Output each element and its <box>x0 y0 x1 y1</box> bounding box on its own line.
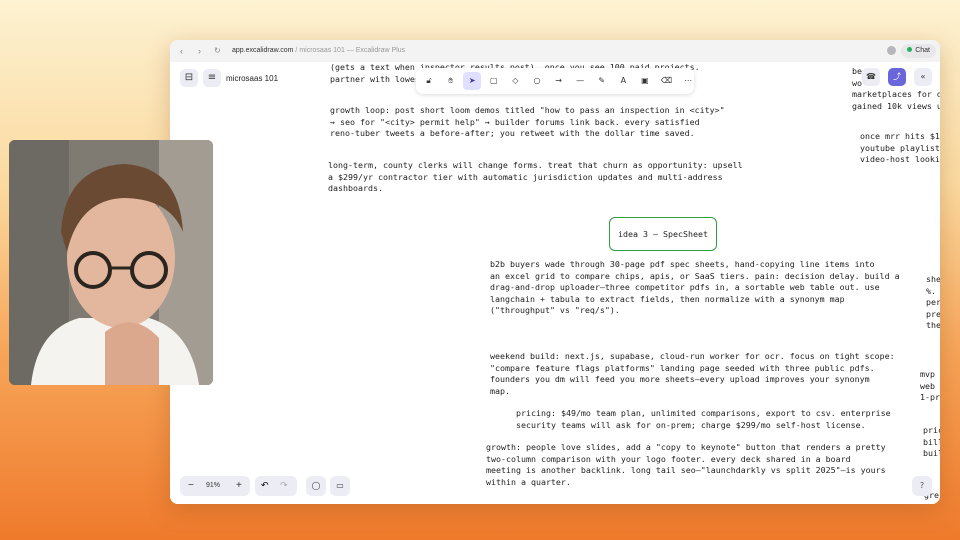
address-bar[interactable]: app.excalidraw.com / microsaas 101 — Exc… <box>232 46 405 56</box>
phone-icon: ☎ <box>866 72 876 81</box>
zoom-in-button[interactable]: + <box>236 476 242 496</box>
redo-button[interactable]: ↷ <box>280 476 288 496</box>
chat-button[interactable]: Chat <box>901 44 936 58</box>
idea3-title-box[interactable]: idea 3 — SpecSheet <box>609 217 717 251</box>
back-icon[interactable]: ‹ <box>180 45 183 57</box>
note-right-col-a[interactable]: she %. per pre the <box>926 274 940 332</box>
note-weekend-build[interactable]: weekend build: next.js, supabase, cloud-… <box>490 351 895 397</box>
reload-icon[interactable]: ↻ <box>214 45 221 57</box>
note-pricing[interactable]: pricing: $49/mo team plan, unlimited com… <box>516 408 891 431</box>
diamond-icon[interactable]: ◇ <box>506 72 524 90</box>
ellipse-icon[interactable]: ○ <box>528 72 546 90</box>
lock-icon[interactable]: 🔓︎ <box>420 72 438 90</box>
share-icon: ⤴ <box>893 72 901 81</box>
hand <box>105 322 159 385</box>
note-right-col-b[interactable]: mvp web 1-pre <box>920 369 940 404</box>
hand-icon[interactable]: ✋︎ <box>442 72 460 90</box>
url-domain: app.excalidraw.com <box>232 47 294 54</box>
zoom-level[interactable]: 91% <box>206 476 220 496</box>
webcam-overlay <box>9 140 213 385</box>
sidebar-toggle-icon: ⊟ <box>184 72 194 83</box>
idea3-title: idea 3 — SpecSheet <box>618 229 708 239</box>
comment-button[interactable]: ◯ <box>306 476 326 496</box>
person-video-frame <box>9 140 213 385</box>
history-controls: ↶ ↷ <box>255 476 297 496</box>
chat-icon <box>907 47 913 52</box>
presentation-icon: ▭ <box>336 481 344 490</box>
main-menu-button[interactable]: ≡ <box>203 69 221 87</box>
menu-icon: ≡ <box>207 72 217 83</box>
share-button[interactable]: ⤴ <box>888 68 906 86</box>
collapse-panel-button[interactable]: « <box>914 68 932 86</box>
line-icon[interactable]: — <box>571 72 589 90</box>
selection-icon[interactable]: ➤ <box>463 72 482 90</box>
extension-icon[interactable] <box>887 46 896 55</box>
browser-window: ‹ › ↻ app.excalidraw.com / microsaas 101… <box>170 40 940 504</box>
zoom-out-button[interactable]: − <box>188 476 194 496</box>
chevron-left-icon: « <box>920 72 926 81</box>
help-icon: ? <box>919 481 925 490</box>
rectangle-icon[interactable]: ▢ <box>485 72 503 90</box>
note-growth-loop[interactable]: growth loop: post short loom demos title… <box>330 105 725 140</box>
shape-toolbar: 🔓︎ ✋︎ ➤ ▢ ◇ ○ → — ✎ A ▣ ⌫ ⋯ <box>416 68 694 94</box>
zoom-controls: − 91% + <box>180 476 250 496</box>
presentation-button[interactable]: ▭ <box>330 476 350 496</box>
eraser-icon[interactable]: ⌫ <box>658 72 676 90</box>
library-toggle-button[interactable]: ⊟ <box>180 69 198 87</box>
browser-toolbar: ‹ › ↻ app.excalidraw.com / microsaas 101… <box>170 40 940 63</box>
pencil-icon[interactable]: ✎ <box>593 72 611 90</box>
comment-icon: ◯ <box>311 481 321 490</box>
excalidraw-canvas[interactable]: (gets a text when inspector results post… <box>170 62 940 504</box>
url-path: / microsaas 101 — Excalidraw Plus <box>293 47 406 54</box>
document-title[interactable]: microsaas 101 <box>226 74 278 83</box>
note-right-col-c[interactable]: pric billi buil <box>923 425 940 460</box>
collaborator-call-button[interactable]: ☎ <box>862 68 880 86</box>
image-icon[interactable]: ▣ <box>636 72 654 90</box>
note-right-mid[interactable]: once mrr hits $10 youtube playlists vide… <box>860 131 940 166</box>
more-tools-icon[interactable]: ⋯ <box>679 72 697 90</box>
chat-label: Chat <box>915 47 930 54</box>
text-icon[interactable]: A <box>614 72 632 90</box>
undo-button[interactable]: ↶ <box>261 476 269 496</box>
note-idea3-description[interactable]: b2b buyers wade through 30-page pdf spec… <box>490 259 900 317</box>
help-button[interactable]: ? <box>912 476 932 496</box>
arrow-icon[interactable]: → <box>550 72 568 90</box>
forward-icon[interactable]: › <box>198 45 201 57</box>
note-growth[interactable]: growth: people love slides, add a "copy … <box>486 442 886 488</box>
note-long-term[interactable]: long-term, county clerks will change for… <box>328 160 743 195</box>
